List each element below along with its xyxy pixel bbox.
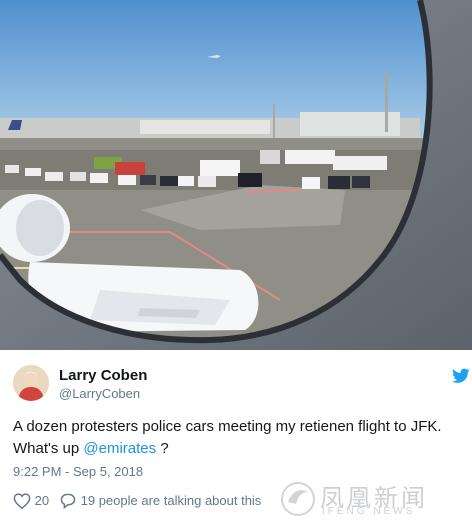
tweet-timestamp[interactable]: 9:22 PM - Sep 5, 2018 [13,464,143,479]
mention-link[interactable]: @emirates [83,440,156,457]
comment-icon [59,492,81,509]
tweet-text-end: ? [156,440,169,457]
likes-count: 20 [34,493,50,509]
ifeng-watermark: 凤凰新闻 IFENG NEWS [276,478,472,520]
author-name[interactable]: Larry Coben [59,367,147,384]
heart-icon [13,492,35,510]
tweet-text-body: A dozen protesters police cars meeting m… [13,418,442,457]
like-button[interactable]: 20 [13,492,50,510]
author-handle[interactable]: @LarryCoben [59,386,140,401]
watermark-en: IFENG NEWS [322,506,416,517]
tweet-photo[interactable] [0,0,472,350]
twitter-bird-icon[interactable] [452,368,470,384]
replies-text: 19 people are talking about this [80,493,262,509]
tweet-text: A dozen protesters police cars meeting m… [13,416,468,460]
reply-button[interactable]: 19 people are talking about this [59,492,261,509]
avatar[interactable] [13,365,49,401]
